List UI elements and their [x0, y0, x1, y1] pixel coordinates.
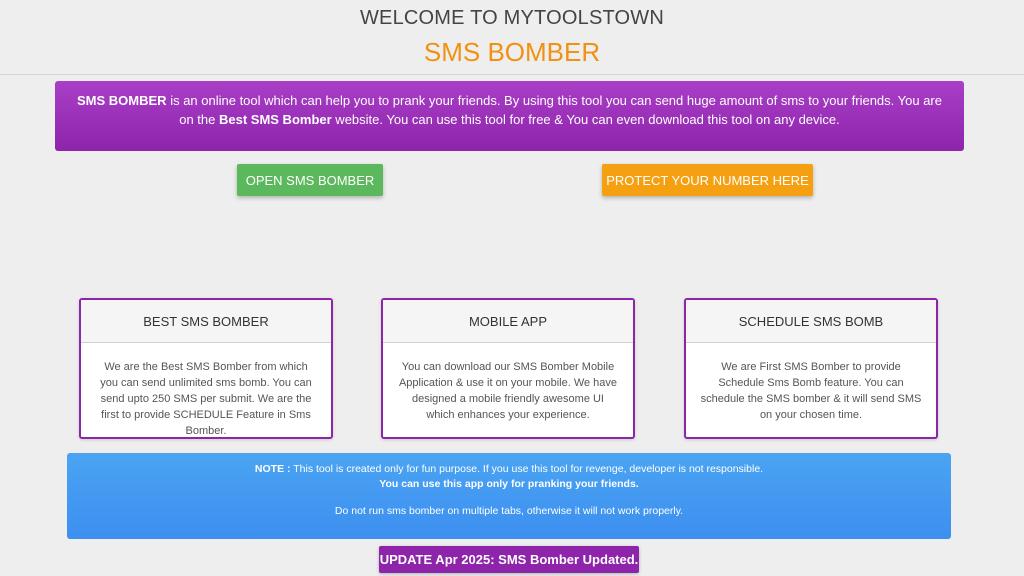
card-title: BEST SMS BOMBER [81, 300, 331, 343]
protect-number-button[interactable]: PROTECT YOUR NUMBER HERE [602, 164, 813, 196]
intro-bold-site: Best SMS Bomber [218, 112, 332, 127]
update-badge: UPDATE Apr 2025: SMS Bomber Updated. [379, 546, 639, 573]
card-body: We are First SMS Bomber to provide Sched… [700, 361, 922, 421]
feature-card-schedule: SCHEDULE SMS BOMB We are First SMS Bombe… [684, 298, 938, 439]
card-body: We are the Best SMS Bomber from which yo… [100, 361, 312, 437]
intro-text-2: website. You can use this tool for free … [331, 112, 840, 127]
note-label: NOTE : [254, 463, 291, 475]
intro-bold-name: SMS BOMBER [77, 93, 167, 108]
tabs-warning: Do not run sms bomber on multiple tabs, … [334, 505, 684, 517]
welcome-heading: WELCOME TO MYTOOLSTOWN [359, 7, 665, 29]
page-title: SMS BOMBER [423, 37, 601, 67]
site-header: WELCOME TO MYTOOLSTOWN SMS BOMBER [0, 0, 1024, 75]
feature-card-best: BEST SMS BOMBER We are the Best SMS Bomb… [79, 298, 333, 439]
note-line: NOTE : This tool is created only for fun… [67, 462, 951, 477]
intro-banner: SMS BOMBER is an online tool which can h… [55, 81, 964, 151]
note-text: This tool is created only for fun purpos… [290, 463, 764, 475]
card-body: You can download our SMS Bomber Mobile A… [398, 361, 618, 421]
open-sms-bomber-button[interactable]: OPEN SMS BOMBER [237, 164, 383, 196]
feature-card-mobile-app: MOBILE APP You can download our SMS Bomb… [381, 298, 635, 439]
note-bold-line: You can use this app only for pranking y… [379, 478, 639, 490]
note-banner: NOTE : This tool is created only for fun… [67, 453, 951, 539]
card-title: MOBILE APP [383, 300, 633, 343]
card-title: SCHEDULE SMS BOMB [686, 300, 936, 343]
